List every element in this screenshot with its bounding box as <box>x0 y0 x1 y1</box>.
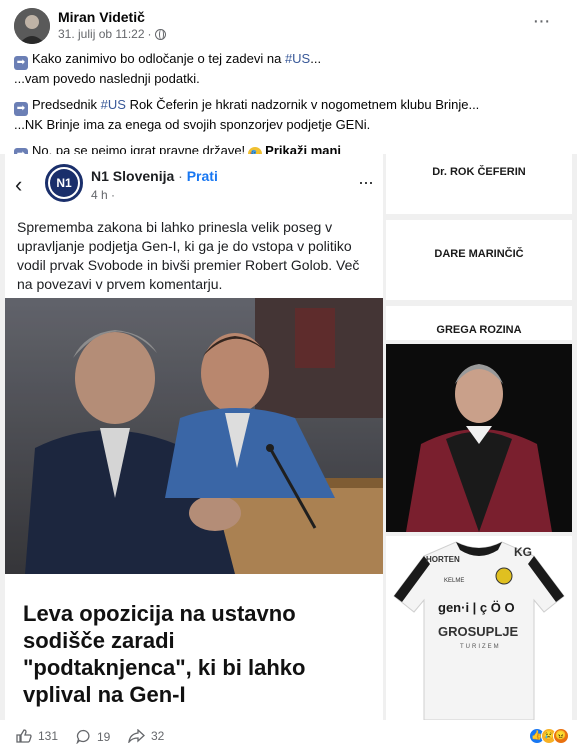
n1-logo: N1 <box>45 164 83 202</box>
hashtag-link[interactable]: #US <box>101 97 126 112</box>
n1-logo-text: N1 <box>50 169 78 197</box>
jersey-sub: TURIZEM <box>460 644 501 650</box>
meta-separator: · <box>147 27 152 41</box>
post-text-segment: Predsednik <box>32 97 101 112</box>
jersey-image: HORTEN KG KELME gen·i | ç Ö O GROSUPLJE … <box>386 536 572 720</box>
reaction-summary[interactable]: 👍 😢 😠 <box>529 728 569 744</box>
jersey-brand1: HORTEN <box>426 555 460 564</box>
jersey-geni: gen·i | ç Ö O <box>438 600 515 615</box>
arrow-right-icon: ➡ <box>14 102 28 116</box>
headline-line: Leva opozicija na ustavno <box>23 601 296 626</box>
n1-follow-label: Prati <box>186 168 218 184</box>
n1-page-name-row: N1 Slovenija · Prati <box>91 168 218 184</box>
headline-line: "podtaknjenca", ki bi lahko <box>23 655 306 680</box>
hashtag-link[interactable]: #US <box>285 51 310 66</box>
name-label: DARE MARINČIČ <box>434 248 524 260</box>
right-column: Dr. ROK ČEFERIN DARE MARINČIČ GREGA ROZI… <box>386 154 572 720</box>
author-avatar[interactable] <box>14 8 50 44</box>
like-button[interactable]: 131 <box>16 729 58 743</box>
author-name[interactable]: Miran Videtič <box>58 9 145 25</box>
jersey-brand-logo: KG <box>514 545 532 559</box>
post-footer: 131 19 32 👍 😢 😠 <box>0 722 577 747</box>
share-icon <box>128 729 145 743</box>
n1-screenshot[interactable]: ‹ N1 N1 Slovenija · Prati 4 h · ··· Spre… <box>5 154 383 720</box>
share-count: 32 <box>151 729 165 743</box>
name-label: GREGA ROZINA <box>436 324 522 336</box>
post-line: ➡ Kako zanimivo bo odločanje o tej zadevi… <box>14 50 564 70</box>
jersey-kelme: KELME <box>444 578 464 584</box>
n1-page-name: N1 Slovenija <box>91 168 175 184</box>
comment-button[interactable]: 19 <box>76 729 110 744</box>
like-icon <box>16 729 32 743</box>
n1-more-icon: ··· <box>358 172 374 192</box>
post-text-segment: Kako zanimivo bo odločanje o tej zadevi … <box>32 51 285 66</box>
back-arrow-icon: ‹ <box>15 172 23 197</box>
like-count: 131 <box>38 729 59 743</box>
post-text-segment: ... <box>310 51 322 66</box>
name-label: Dr. ROK ČEFERIN <box>432 166 526 178</box>
n1-header: ‹ N1 N1 Slovenija · Prati 4 h · ··· <box>5 154 383 214</box>
n1-text-line: vodil prvak Svobode in bivši premier Rob… <box>17 257 360 273</box>
name-card-marincic: DARE MARINČIČ <box>386 220 572 300</box>
post-media[interactable]: ‹ N1 N1 Slovenija · Prati 4 h · ··· Spre… <box>0 154 577 720</box>
jersey-sponsor: GROSUPLJE <box>438 624 519 639</box>
share-button[interactable]: 32 <box>128 729 164 743</box>
parliament-photo <box>5 298 383 574</box>
post-line: ...NK Brinje ima za enega od svojih spon… <box>14 117 371 132</box>
name-card-rozina: GREGA ROZINA <box>386 306 572 340</box>
comment-icon <box>76 729 90 744</box>
n1-headline: Leva opozicija na ustavno sodišče zaradi… <box>23 600 363 708</box>
post-meta: 31. julij ob 11:22 · <box>58 27 166 41</box>
n1-text-line: Sprememba zakona bi lahko prinesla velik… <box>17 219 333 235</box>
post-text: ➡ Kako zanimivo bo odločanje o tej zadevi… <box>14 50 564 170</box>
more-options-button[interactable]: ··· <box>527 11 555 34</box>
n1-dot: · <box>178 168 183 184</box>
globe-icon <box>154 28 166 40</box>
comment-count: 19 <box>97 729 111 744</box>
post-timestamp[interactable]: 31. julij ob 11:22 <box>58 27 145 41</box>
name-card-ceferin: Dr. ROK ČEFERIN <box>386 154 572 214</box>
n1-text-line: na povezavi v prvem komentarju. <box>17 276 223 292</box>
headline-line: sodišče zaradi <box>23 628 175 653</box>
n1-text-line: upravljanje podjetja Gen-I, ki ga je do … <box>17 238 352 254</box>
headline-line: vplival na Gen-I <box>23 682 186 707</box>
angry-reaction-icon: 😠 <box>553 728 569 744</box>
arrow-right-icon: ➡ <box>14 56 28 70</box>
post-line: ➡ Predsednik #US Rok Čeferin je hkrati na… <box>14 96 564 116</box>
n1-time: 4 h · <box>91 188 116 202</box>
n1-body-text: Sprememba zakona bi lahko prinesla velik… <box>17 218 377 294</box>
post-text-segment: Rok Čeferin je hkrati nadzornik v nogome… <box>125 97 480 112</box>
post-line: ...vam povedo naslednji podatki. <box>14 71 200 86</box>
judge-portrait <box>386 344 572 532</box>
post-header: Miran Videtič 31. julij ob 11:22 · ··· <box>0 0 577 44</box>
